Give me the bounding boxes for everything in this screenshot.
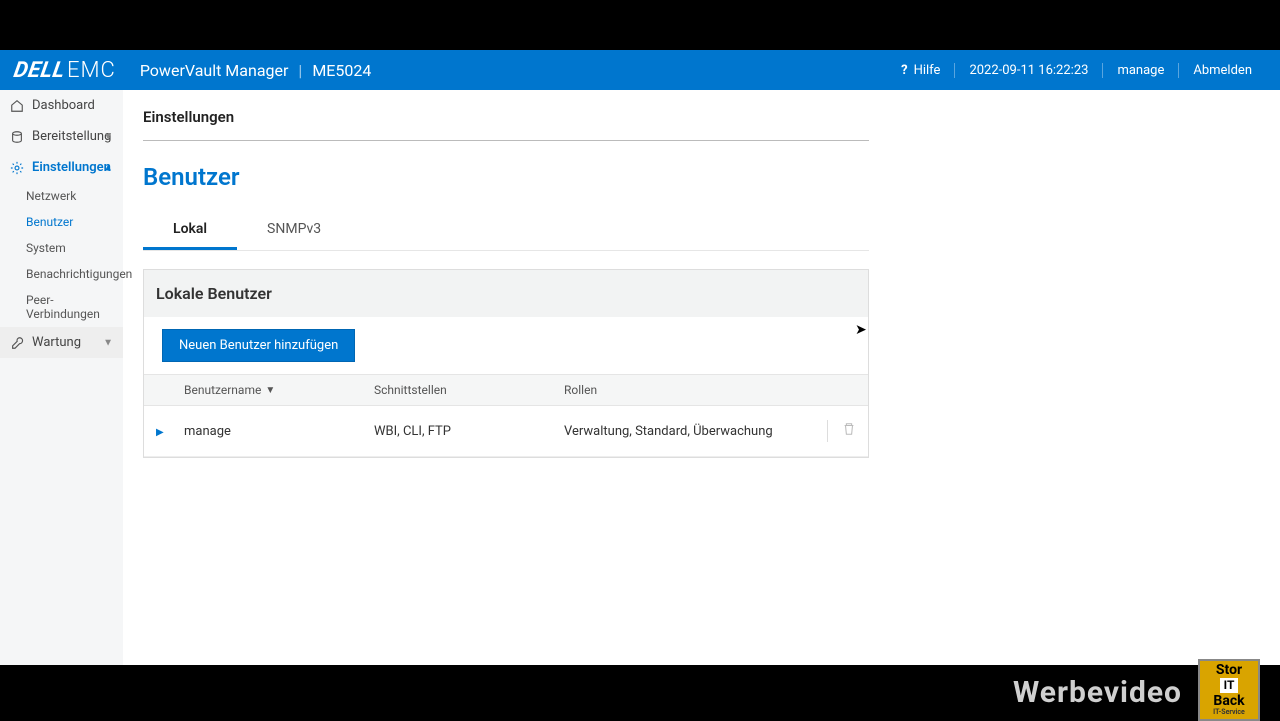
header-user[interactable]: manage: [1102, 63, 1178, 78]
tab-snmpv3[interactable]: SNMPv3: [237, 211, 351, 250]
sidebar-item-dashboard[interactable]: Dashboard: [0, 90, 123, 121]
row-separator: [827, 420, 828, 442]
sidebar-sub-netzwerk[interactable]: Netzwerk: [0, 183, 123, 209]
logo-dell-text: DELL: [12, 58, 67, 83]
help-link[interactable]: ? Hilfe: [887, 63, 954, 78]
app-header: DELL EMC PowerVault Manager | ME5024 ? H…: [0, 50, 1280, 90]
table-row[interactable]: ▶ manage WBI, CLI, FTP Verwaltung, Stand…: [144, 406, 868, 457]
tabs: Lokal SNMPv3: [143, 211, 869, 251]
gear-icon: [10, 161, 24, 175]
table-header: Benutzername ▼ Schnittstellen Rollen: [144, 374, 868, 406]
sidebar-sub-benutzer[interactable]: Benutzer: [0, 209, 123, 235]
col-interfaces[interactable]: Schnittstellen: [374, 383, 564, 397]
delete-icon[interactable]: [842, 422, 856, 440]
brand-logo: DELL EMC: [14, 58, 116, 83]
sidebar-label: Wartung: [32, 335, 81, 350]
chevron-down-icon: ▼: [103, 131, 113, 142]
overlay-text: Werbevideo: [1013, 675, 1182, 710]
page-title: Benutzer: [143, 163, 869, 191]
sidebar-label: Einstellungen: [32, 160, 111, 175]
wrench-icon: [10, 336, 24, 350]
logo-emc-text: EMC: [67, 58, 116, 83]
app-name: PowerVault Manager: [140, 61, 289, 80]
main-content: Einstellungen Benutzer Lokal SNMPv3 Loka…: [123, 90, 1280, 665]
home-icon: [10, 99, 24, 113]
local-users-panel: Lokale Benutzer Neuen Benutzer hinzufüge…: [143, 269, 869, 458]
help-icon: ?: [901, 63, 907, 78]
col-username[interactable]: Benutzername ▼: [184, 383, 374, 397]
tab-lokal[interactable]: Lokal: [143, 211, 237, 250]
sidebar: Dashboard Bereitstellung ▼ Einstellungen…: [0, 90, 123, 665]
breadcrumb: Einstellungen: [143, 108, 869, 141]
cell-username: manage: [184, 424, 374, 439]
logout-link[interactable]: Abmelden: [1178, 63, 1266, 78]
header-right: ? Hilfe 2022-09-11 16:22:23 manage Abmel…: [887, 63, 1266, 78]
panel-title: Lokale Benutzer: [144, 270, 868, 317]
sidebar-sub-benachrichtigungen[interactable]: Benachrichtigungen: [0, 261, 123, 287]
cell-roles: Verwaltung, Standard, Überwachung: [564, 424, 810, 439]
header-separator: |: [298, 61, 302, 80]
chevron-up-icon: ▲: [103, 162, 113, 173]
sidebar-item-bereitstellung[interactable]: Bereitstellung ▼: [0, 121, 123, 152]
sidebar-label: Dashboard: [32, 98, 95, 113]
header-timestamp: 2022-09-11 16:22:23: [954, 63, 1102, 78]
cell-interfaces: WBI, CLI, FTP: [374, 424, 564, 439]
chevron-down-icon: ▼: [103, 337, 113, 348]
app-body: Dashboard Bereitstellung ▼ Einstellungen…: [0, 90, 1280, 665]
video-overlay: Werbevideo Stor IT Back IT-Service: [0, 665, 1280, 720]
help-label: Hilfe: [914, 63, 941, 78]
stack-icon: [10, 130, 24, 144]
overlay-badge: Stor IT Back IT-Service: [1198, 659, 1260, 721]
panel-actions: Neuen Benutzer hinzufügen: [144, 317, 868, 374]
sidebar-label: Bereitstellung: [32, 129, 111, 144]
sidebar-item-wartung[interactable]: Wartung ▼: [0, 327, 123, 358]
expand-row-icon[interactable]: ▶: [156, 427, 164, 438]
sidebar-sub-peer[interactable]: Peer-Verbindungen: [0, 287, 123, 327]
sidebar-item-einstellungen[interactable]: Einstellungen ▲: [0, 152, 123, 183]
device-model: ME5024: [312, 61, 371, 80]
app-frame: DELL EMC PowerVault Manager | ME5024 ? H…: [0, 50, 1280, 665]
sort-desc-icon: ▼: [265, 385, 275, 396]
sidebar-sub-system[interactable]: System: [0, 235, 123, 261]
col-roles[interactable]: Rollen: [564, 383, 810, 397]
add-user-button[interactable]: Neuen Benutzer hinzufügen: [162, 329, 355, 362]
